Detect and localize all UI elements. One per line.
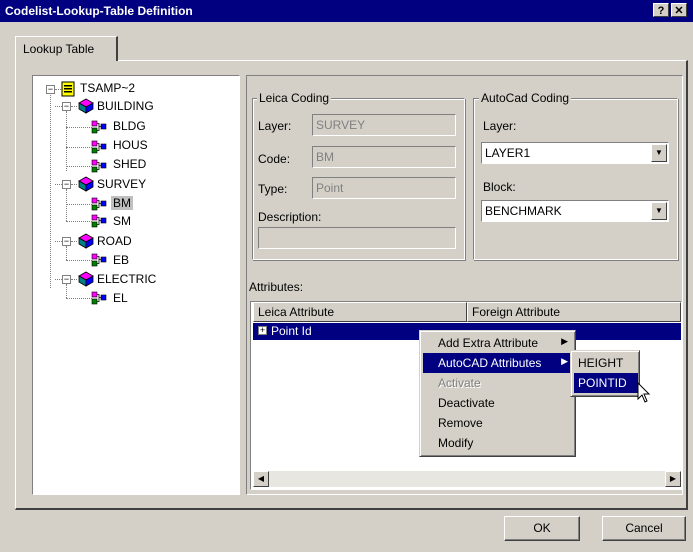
leica-description-field bbox=[258, 227, 456, 249]
code-icon bbox=[91, 120, 107, 134]
codelist-tree[interactable]: − TSAMP~2 − BUILDING BLDG HOUS SHED − SU… bbox=[32, 75, 240, 495]
submenu-arrow-icon: ▶ bbox=[561, 336, 568, 346]
collapse-icon[interactable]: − bbox=[62, 275, 71, 284]
autocad-block-label: Block: bbox=[483, 180, 516, 194]
collapse-icon[interactable]: − bbox=[62, 102, 71, 111]
tree-item-label: BLDG bbox=[113, 119, 146, 133]
tree-item-label: EL bbox=[113, 291, 128, 305]
menu-item-label: Deactivate bbox=[438, 396, 495, 410]
window-title: Codelist-Lookup-Table Definition bbox=[5, 4, 193, 18]
horizontal-scrollbar[interactable]: ◀ ▶ bbox=[253, 471, 681, 487]
leica-layer-label: Layer: bbox=[258, 119, 292, 133]
menu-item-label: AutoCAD Attributes bbox=[438, 356, 542, 370]
autocad-layer-value: LAYER1 bbox=[485, 146, 531, 160]
layer-group-icon bbox=[78, 271, 94, 287]
submenu-item-height[interactable]: HEIGHT bbox=[574, 353, 638, 373]
cancel-button[interactable]: Cancel bbox=[602, 516, 686, 541]
collapse-icon[interactable]: − bbox=[46, 85, 55, 94]
tree-item-label: SHED bbox=[113, 157, 147, 171]
menu-item-label: Modify bbox=[438, 436, 474, 450]
autocad-block-value: BENCHMARK bbox=[485, 204, 562, 218]
leica-type-field: Point bbox=[312, 177, 456, 199]
menu-item-label: Add Extra Attribute bbox=[438, 336, 539, 350]
code-icon bbox=[91, 291, 107, 305]
tree-item-label: SM bbox=[113, 214, 131, 228]
close-button[interactable]: ✕ bbox=[671, 3, 687, 17]
leica-coding-title: Leica Coding bbox=[257, 91, 332, 105]
column-header-label: Foreign Attribute bbox=[472, 305, 561, 319]
context-menu: Add Extra Attribute ▶ AutoCAD Attributes… bbox=[419, 330, 576, 457]
tree-item-label: SURVEY bbox=[97, 177, 147, 191]
help-button[interactable]: ? bbox=[653, 3, 669, 17]
menu-item-deactivate[interactable]: Deactivate bbox=[423, 393, 574, 413]
leica-code-field: BM bbox=[312, 146, 456, 168]
tree-item-label: TSAMP~2 bbox=[80, 81, 136, 95]
tree-item-label: BUILDING bbox=[97, 99, 154, 113]
code-icon bbox=[91, 253, 107, 267]
leica-code-value: BM bbox=[316, 150, 334, 164]
expand-icon[interactable]: + bbox=[258, 326, 267, 335]
row-leica-attribute: Point Id bbox=[271, 324, 312, 338]
tree-item-label: ROAD bbox=[97, 234, 132, 248]
submenu-item-pointid[interactable]: POINTID bbox=[574, 373, 638, 393]
attributes-label: Attributes: bbox=[249, 280, 304, 294]
submenu-arrow-icon: ▶ bbox=[561, 356, 568, 366]
menu-item-modify[interactable]: Modify bbox=[423, 433, 574, 453]
tab-label: Lookup Table bbox=[23, 42, 95, 56]
menu-item-label: POINTID bbox=[578, 376, 627, 390]
tree-item-label: EB bbox=[113, 253, 130, 267]
collapse-icon[interactable]: − bbox=[62, 237, 71, 246]
leica-code-label: Code: bbox=[258, 152, 291, 166]
leica-description-label: Description: bbox=[258, 210, 322, 224]
layer-group-icon bbox=[78, 176, 94, 192]
layer-group-icon bbox=[78, 233, 94, 249]
menu-item-activate: Activate bbox=[423, 373, 574, 393]
autocad-coding-title: AutoCad Coding bbox=[479, 91, 572, 105]
layer-group-icon bbox=[78, 98, 94, 114]
title-bar: Codelist-Lookup-Table Definition ? ✕ bbox=[0, 0, 693, 22]
code-icon bbox=[91, 214, 107, 228]
menu-item-add-extra-attribute[interactable]: Add Extra Attribute ▶ bbox=[423, 333, 574, 353]
ok-button[interactable]: OK bbox=[504, 516, 580, 541]
menu-item-label: Remove bbox=[438, 416, 483, 430]
leica-type-value: Point bbox=[316, 181, 344, 195]
collapse-icon[interactable]: − bbox=[62, 180, 71, 189]
leica-type-label: Type: bbox=[258, 182, 288, 196]
tree-item-label: ELECTRIC bbox=[97, 272, 157, 286]
code-icon bbox=[91, 197, 107, 211]
tree-item-label: HOUS bbox=[113, 138, 148, 152]
menu-item-remove[interactable]: Remove bbox=[423, 413, 574, 433]
column-header-label: Leica Attribute bbox=[258, 305, 335, 319]
tab-lookup-table[interactable]: Lookup Table bbox=[15, 36, 118, 61]
menu-item-label: HEIGHT bbox=[578, 356, 624, 370]
leica-layer-value: SURVEY bbox=[316, 118, 366, 132]
menu-item-label: Activate bbox=[438, 376, 481, 390]
scroll-right-icon[interactable]: ▶ bbox=[665, 471, 681, 487]
menu-item-autocad-attributes[interactable]: AutoCAD Attributes ▶ bbox=[423, 353, 574, 373]
code-icon bbox=[91, 159, 107, 173]
autocad-layer-label: Layer: bbox=[483, 119, 517, 133]
mouse-cursor-icon bbox=[637, 382, 651, 403]
autocad-block-dropdown[interactable]: BENCHMARK ▼ bbox=[481, 200, 669, 222]
scroll-left-icon[interactable]: ◀ bbox=[253, 471, 269, 487]
column-header-leica-attribute[interactable]: Leica Attribute bbox=[253, 302, 467, 322]
tree-item-label: BM bbox=[111, 196, 133, 210]
leica-layer-field: SURVEY bbox=[312, 114, 456, 136]
autocad-layer-dropdown[interactable]: LAYER1 ▼ bbox=[481, 142, 669, 164]
column-header-foreign-attribute[interactable]: Foreign Attribute bbox=[467, 302, 681, 322]
codelist-book-icon bbox=[61, 81, 75, 97]
submenu-autocad-attributes: HEIGHT POINTID bbox=[570, 350, 640, 397]
dropdown-arrow-icon[interactable]: ▼ bbox=[651, 144, 667, 162]
code-icon bbox=[91, 140, 107, 154]
dropdown-arrow-icon[interactable]: ▼ bbox=[651, 202, 667, 220]
